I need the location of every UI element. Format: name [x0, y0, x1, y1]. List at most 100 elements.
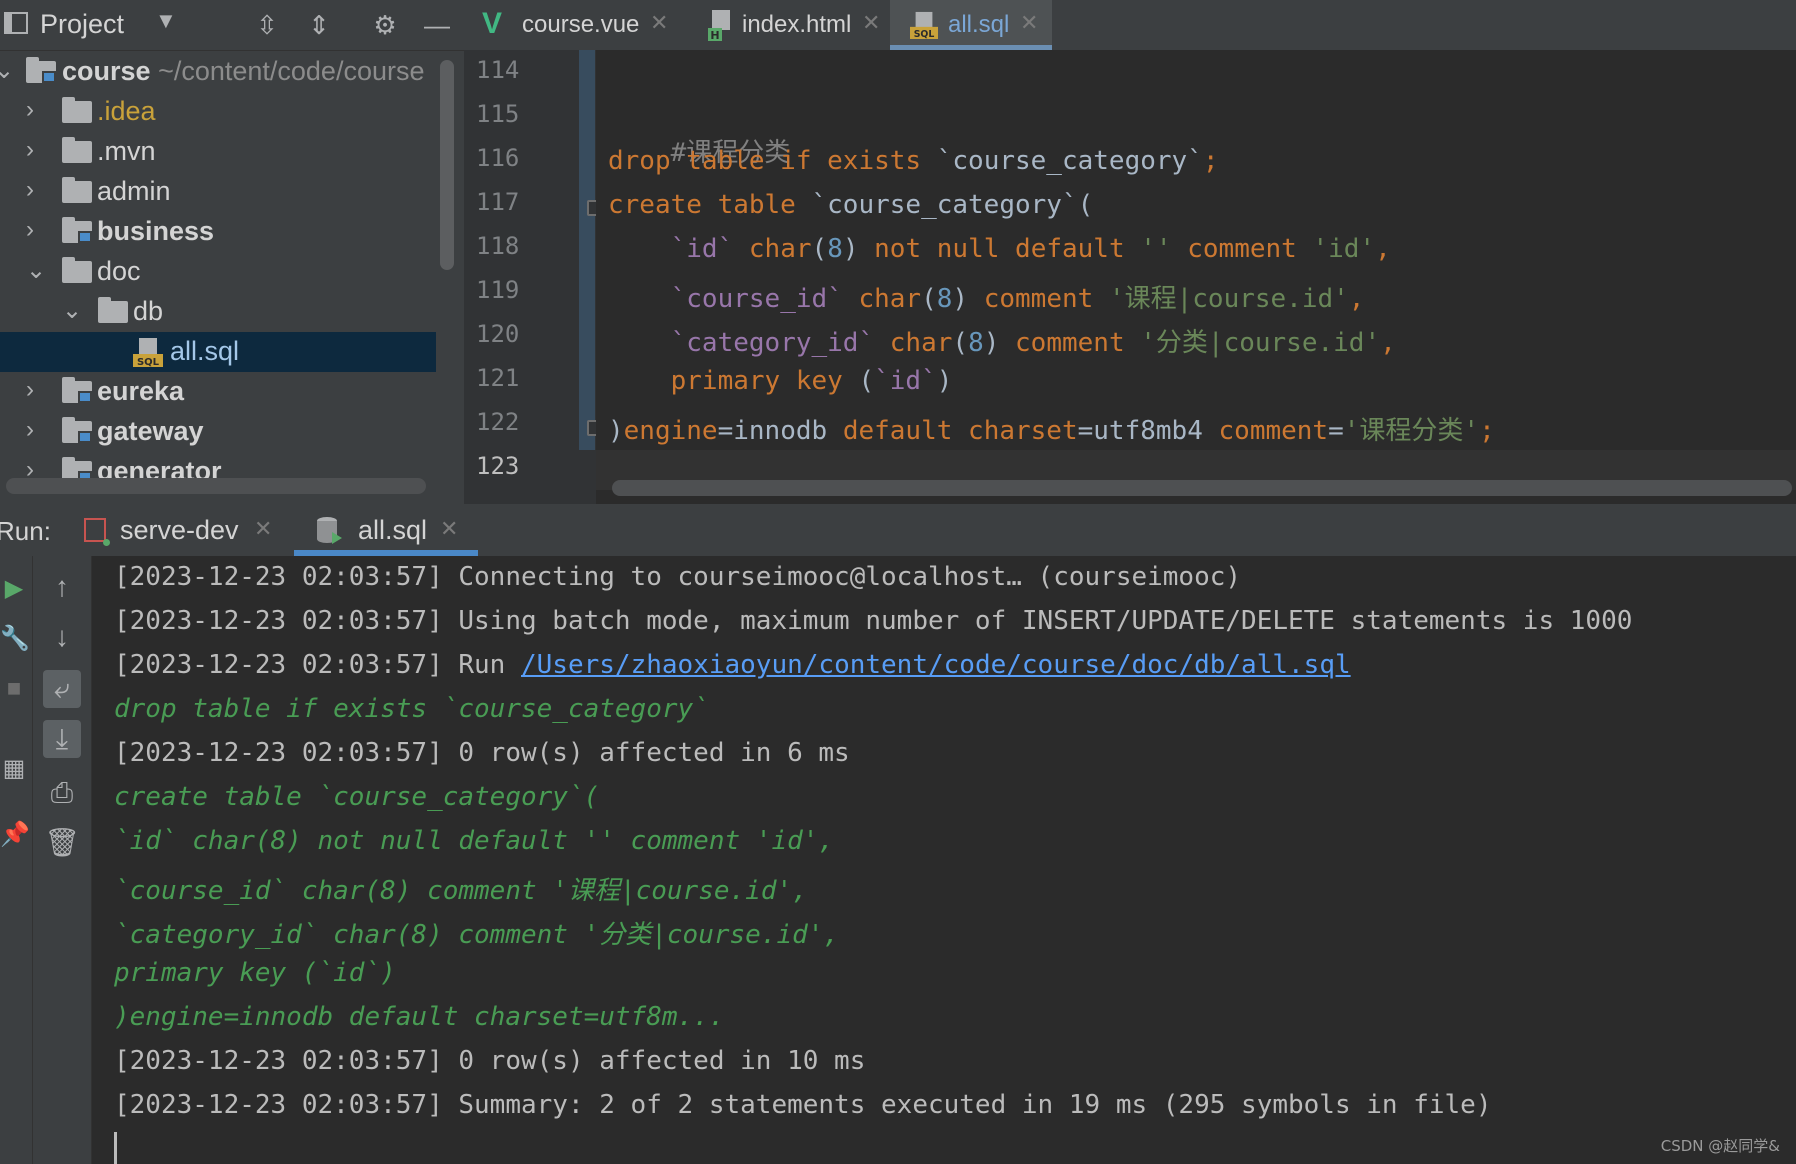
chevron-right-icon[interactable]: › — [26, 136, 34, 164]
wrench-icon[interactable]: 🔧 — [0, 622, 30, 656]
chevron-down-icon[interactable]: ⌄ — [26, 256, 46, 285]
chevron-right-icon[interactable]: › — [26, 376, 34, 404]
code-punct: ) — [842, 234, 875, 264]
collapse-all-icon[interactable]: ⇕ — [302, 8, 336, 42]
code-keyword: not null default — [874, 234, 1141, 264]
code-punct: ) — [952, 284, 984, 314]
tree-item-course[interactable]: ⌄ course ~/content/code/course — [0, 52, 436, 92]
tree-horizontal-scrollbar[interactable] — [6, 478, 426, 494]
up-arrow-icon[interactable]: ↑ — [43, 568, 81, 606]
editor-horizontal-scrollbar[interactable] — [612, 480, 1792, 496]
run-tool-window: Run: serve-dev ✕ all.sql ✕ ▶ 🔧 ■ ▦ 📌 ↑ ↓… — [0, 504, 1796, 1164]
chevron-right-icon[interactable]: › — [26, 96, 34, 124]
code-line-120: `category_id` char(8) comment '分类|course… — [608, 322, 1396, 359]
hide-panel-icon[interactable]: — — [420, 8, 454, 42]
file-path-link[interactable]: /Users/zhaoxiaoyun/content/code/course/d… — [521, 650, 1351, 680]
tree-item-idea[interactable]: › .idea — [0, 92, 436, 132]
chevron-right-icon[interactable]: › — [26, 176, 34, 204]
stop-icon[interactable]: ■ — [0, 672, 28, 706]
console-sql-line: primary key (`id`) — [114, 958, 396, 988]
svg-text:SQL: SQL — [137, 357, 160, 368]
tab-serve-dev[interactable]: serve-dev ✕ — [0, 504, 284, 556]
tree-item-all-sql[interactable]: SQL all.sql — [0, 332, 436, 372]
chevron-right-icon[interactable]: › — [26, 216, 34, 244]
scroll-to-end-icon[interactable]: ⤓ — [43, 720, 81, 758]
tree-item-gateway[interactable]: › gateway — [0, 412, 436, 452]
tab-run-all-sql[interactable]: all.sql ✕ — [294, 504, 478, 556]
vcs-change-marker[interactable] — [579, 50, 595, 450]
close-icon[interactable]: ✕ — [1020, 10, 1038, 36]
code-column: `course_id` — [670, 284, 843, 314]
tree-item-admin[interactable]: › admin — [0, 172, 436, 212]
gear-icon[interactable]: ⚙ — [368, 8, 402, 42]
tab-label: course.vue — [522, 11, 640, 38]
database-icon — [317, 517, 342, 544]
code-punct: ( — [921, 284, 937, 314]
run-config-icon — [84, 518, 110, 546]
code-punct: ) — [983, 328, 1016, 358]
tree-item-mvn[interactable]: › .mvn — [0, 132, 436, 172]
code-line-116: drop table if exists `course_category`; — [608, 146, 1219, 176]
code-number: 8 — [968, 328, 984, 358]
line-number: 119 — [476, 276, 520, 304]
code-line-122: )engine=innodb default charset=utf8mb4 c… — [608, 410, 1495, 447]
chevron-down-icon[interactable]: ▼ — [155, 8, 177, 34]
console-output[interactable]: [2023-12-23 02:03:57] Connecting to cour… — [92, 556, 1796, 1164]
expand-all-icon[interactable]: ⇳ — [250, 8, 284, 42]
tree-vertical-scrollbar[interactable] — [440, 60, 454, 270]
tree-item-doc[interactable]: ⌄ doc — [0, 252, 436, 292]
tab-all-sql[interactable]: SQL all.sql ✕ — [890, 0, 1052, 50]
trash-icon[interactable]: 🗑 — [43, 824, 81, 862]
code-punct: ; — [1202, 146, 1219, 176]
tree-item-label: gateway — [97, 416, 204, 446]
close-icon[interactable]: ✕ — [862, 10, 880, 36]
print-icon[interactable]: ⎙ — [43, 774, 81, 812]
code-column: `category_id` — [670, 328, 875, 358]
tab-label: serve-dev — [120, 515, 239, 545]
line-number: 123 — [476, 452, 520, 480]
close-icon[interactable]: ✕ — [254, 516, 272, 542]
sql-file-icon: SQL — [133, 338, 163, 368]
chevron-down-icon[interactable]: ⌄ — [62, 296, 82, 325]
code-punct: ; — [1479, 416, 1495, 446]
code-punct: , — [1348, 284, 1365, 314]
code-column: `id` — [874, 366, 937, 396]
run-side-toolbar: ▶ 🔧 ■ ▦ 📌 — [0, 556, 33, 1164]
soft-wrap-icon[interactable]: ⤶ — [43, 670, 81, 708]
down-arrow-icon[interactable]: ↓ — [43, 618, 81, 656]
rerun-icon[interactable]: ▶ — [0, 572, 28, 606]
code-string: '' — [1140, 234, 1172, 264]
line-number: 115 — [476, 100, 520, 128]
line-number: 118 — [476, 232, 520, 260]
code-punct: = — [1328, 416, 1344, 446]
code-punct: ( — [858, 366, 875, 396]
tree-item-business[interactable]: › business — [0, 212, 436, 252]
module-folder-icon — [62, 417, 92, 443]
code-keyword: comment — [983, 284, 1109, 314]
code-identifier: `course_category` — [811, 190, 1078, 220]
layout-icon[interactable]: ▦ — [0, 752, 28, 786]
tab-index-html[interactable]: H index.html ✕ — [676, 0, 890, 50]
tab-course-vue[interactable]: V course.vue ✕ — [464, 0, 676, 50]
console-line: [2023-12-23 02:03:57] 0 row(s) affected … — [114, 738, 850, 768]
chevron-right-icon[interactable]: › — [26, 416, 34, 444]
tree-item-db[interactable]: ⌄ db — [0, 292, 436, 332]
chevron-down-icon[interactable]: ⌄ — [0, 56, 14, 85]
pin-icon[interactable]: 📌 — [0, 818, 30, 852]
project-title[interactable]: Project — [40, 9, 124, 40]
console-sql-line: `id` char(8) not null default '' comment… — [114, 826, 835, 856]
code-keyword: primary key — [670, 366, 859, 396]
close-icon[interactable]: ✕ — [440, 516, 458, 542]
console-line: [2023-12-23 02:03:57] 0 row(s) affected … — [114, 1046, 866, 1076]
tree-item-eureka[interactable]: › eureka — [0, 372, 436, 412]
code-line-118: `id` char(8) not null default '' comment… — [608, 234, 1391, 264]
code-keyword: comment — [1187, 234, 1313, 264]
code-number: 8 — [827, 234, 843, 264]
code-editor[interactable]: #课程分类 drop table if exists `course_categ… — [596, 50, 1796, 504]
close-icon[interactable]: ✕ — [650, 10, 668, 36]
code-keyword: engine — [623, 416, 718, 446]
code-string: '课程分类' — [1343, 416, 1480, 446]
